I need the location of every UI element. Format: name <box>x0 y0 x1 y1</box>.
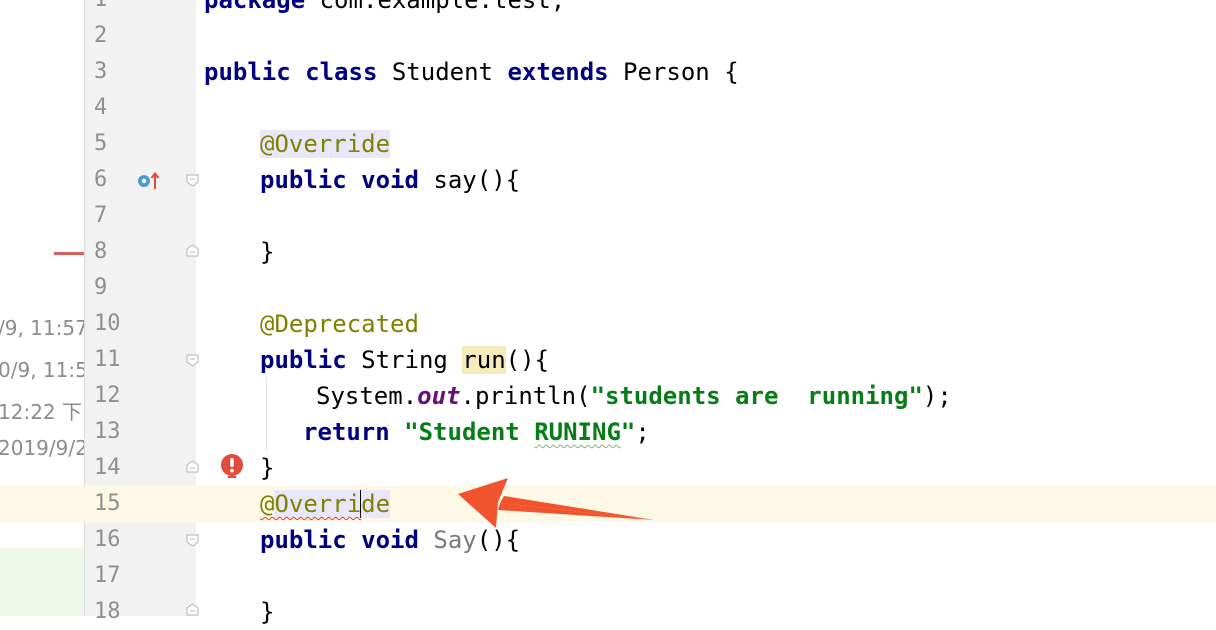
history-entry[interactable]: 2019/9/2 <box>0 436 84 460</box>
fold-end-icon[interactable] <box>186 603 199 616</box>
history-selection <box>0 548 84 616</box>
line-number: 9 <box>94 275 108 300</box>
line-number: 1 <box>84 0 144 18</box>
line-number: 13 <box>94 419 121 444</box>
line-number: 12 <box>94 383 121 408</box>
fold-start-icon[interactable] <box>186 534 199 547</box>
code-line[interactable]: System.out.println("students are running… <box>316 378 952 414</box>
code-line[interactable]: public class Student extends Person { <box>204 54 739 90</box>
history-entry[interactable]: /9, 11:57 <box>0 316 84 340</box>
history-entry[interactable]: 12:22 下 <box>0 396 82 425</box>
line-number: 18 <box>94 599 121 624</box>
code-line[interactable]: public String run(){ <box>260 342 549 378</box>
code-line[interactable]: } <box>260 450 274 486</box>
line-number: 17 <box>94 563 121 588</box>
line-number: 8 <box>94 239 108 264</box>
fold-start-icon[interactable] <box>186 174 199 187</box>
history-entry[interactable]: 0/9, 11:5 <box>0 358 84 382</box>
fold-end-icon[interactable] <box>186 244 199 257</box>
code-line-current[interactable]: @Override <box>260 486 391 522</box>
code-line[interactable]: @Override <box>260 126 391 162</box>
code-line[interactable]: package com.example.test; <box>204 0 565 18</box>
line-number: 10 <box>94 311 121 336</box>
history-panel: /9, 11:57 0/9, 11:5 12:22 下 2019/9/2 <box>0 0 84 616</box>
red-arrow-annotation <box>458 478 654 528</box>
line-number: 3 <box>94 59 108 84</box>
line-number: 7 <box>94 203 108 228</box>
line-number: 16 <box>94 527 121 552</box>
code-line[interactable]: } <box>260 594 274 630</box>
implements-method-icon[interactable] <box>136 170 160 196</box>
line-number: 6 <box>94 167 108 192</box>
indent-guide <box>266 378 267 450</box>
line-number: 11 <box>94 347 121 372</box>
code-line[interactable]: @Deprecated <box>260 306 419 342</box>
change-marker <box>54 252 84 255</box>
line-number: 5 <box>94 131 108 156</box>
line-number: 2 <box>94 23 108 48</box>
code-line[interactable]: } <box>260 234 274 270</box>
fold-end-icon[interactable] <box>186 460 199 473</box>
line-number: 4 <box>94 95 108 120</box>
error-icon[interactable] <box>220 453 244 483</box>
line-number: 15 <box>94 491 121 516</box>
code-line[interactable]: return "Student RUNING"; <box>303 414 650 450</box>
fold-start-icon[interactable] <box>186 354 199 367</box>
line-number: 14 <box>94 455 121 480</box>
code-line[interactable]: public void say(){ <box>260 162 520 198</box>
